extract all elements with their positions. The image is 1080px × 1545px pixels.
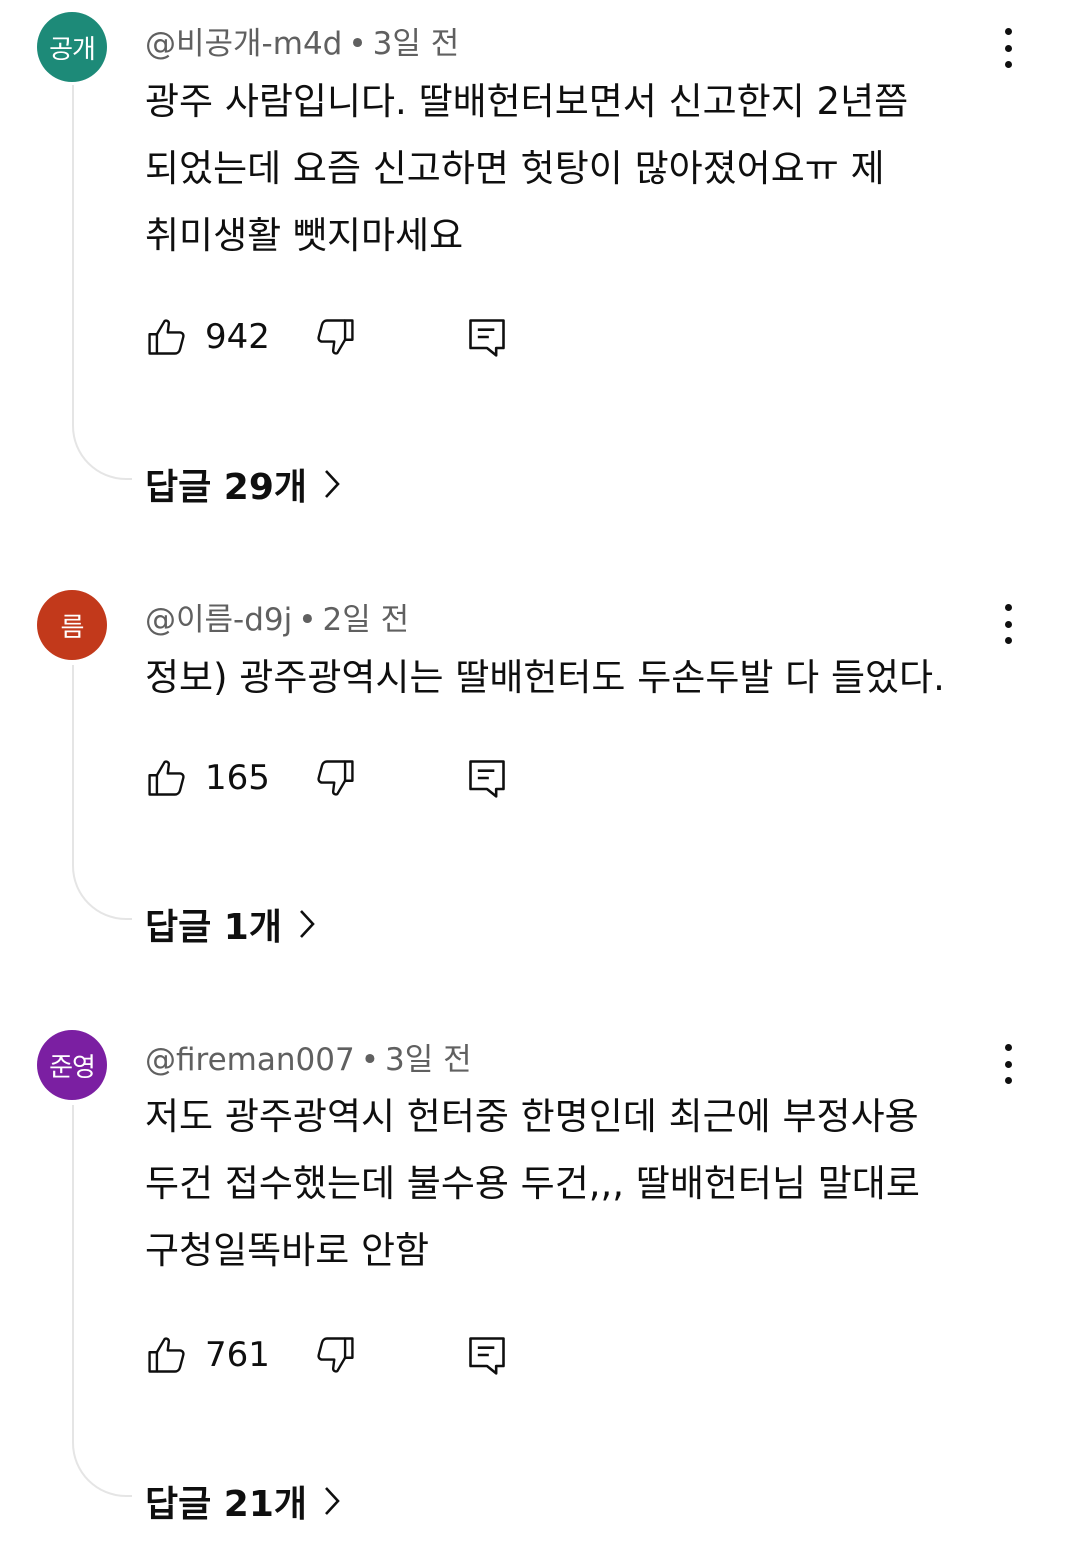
- thread-line: [72, 1105, 132, 1497]
- dislike-button[interactable]: [313, 312, 357, 362]
- view-replies-button[interactable]: 답글 29개: [145, 458, 343, 510]
- timestamp: 3일 전: [372, 26, 460, 62]
- comment-text: 저도 광주광역시 헌터중 한명인데 최근에 부정사용 두건 접수했는데 불수용 …: [145, 1095, 920, 1272]
- comment-actions: 942: [145, 312, 545, 362]
- thread-line: [72, 85, 132, 480]
- thumbs-down-icon: [317, 1337, 354, 1373]
- comment-meta: @이름-d9j • 2일 전: [145, 594, 409, 639]
- reply-icon: [469, 319, 505, 357]
- dislike-button[interactable]: [313, 1330, 357, 1380]
- replies-count-label: 답글 29개: [145, 467, 307, 508]
- comment-meta: @비공개-m4d • 3일 전: [145, 18, 459, 63]
- chevron-right-icon: [299, 910, 315, 938]
- like-count: 165: [205, 758, 270, 798]
- comment: 공개 @비공개-m4d • 3일 전 광주 사람입니다. 딸배헌터보면서 신고한지 …: [0, 0, 1080, 540]
- separator-dot: •: [298, 602, 317, 638]
- timestamp: 2일 전: [322, 602, 410, 638]
- thumbs-down-icon: [317, 319, 354, 355]
- comment: 준영 @fireman007 • 3일 전 저도 광주광역시 헌터중 한명인데 최근…: [0, 1020, 1080, 1540]
- reply-button[interactable]: [465, 753, 509, 803]
- like-count: 761: [205, 1335, 270, 1375]
- reply-button[interactable]: [465, 312, 509, 362]
- comment-text: 정보) 광주광역시는 딸배헌터도 두손두발 다 들었다.: [145, 656, 945, 699]
- avatar[interactable]: 름: [37, 590, 107, 660]
- replies-count-label: 답글 1개: [145, 907, 282, 948]
- thread-line: [72, 665, 132, 920]
- thumbs-down-icon: [317, 760, 354, 796]
- like-button[interactable]: 942: [145, 312, 270, 362]
- chevron-right-icon: [325, 1487, 340, 1515]
- view-replies-button[interactable]: 답글 21개: [145, 1475, 343, 1527]
- comment-actions: 165: [145, 753, 545, 803]
- reply-icon: [469, 1337, 505, 1375]
- reply-icon: [469, 760, 505, 798]
- replies-count-label: 답글 21개: [145, 1484, 307, 1525]
- avatar[interactable]: 준영: [37, 1030, 107, 1100]
- separator-dot: •: [360, 1042, 379, 1078]
- thumbs-up-icon: [148, 760, 185, 796]
- more-options-icon[interactable]: [990, 24, 1026, 72]
- view-replies-button[interactable]: 답글 1개: [145, 898, 318, 950]
- separator-dot: •: [348, 26, 367, 62]
- thumbs-up-icon: [148, 319, 185, 355]
- comment-actions: 761: [145, 1330, 545, 1380]
- reply-button[interactable]: [465, 1330, 509, 1380]
- avatar[interactable]: 공개: [37, 12, 107, 82]
- timestamp: 3일 전: [384, 1042, 472, 1078]
- thumbs-up-icon: [148, 1337, 185, 1373]
- author-name[interactable]: @fireman007: [145, 1042, 355, 1078]
- author-name[interactable]: @이름-d9j: [145, 602, 292, 638]
- like-button[interactable]: 165: [145, 753, 270, 803]
- comment: 름 @이름-d9j • 2일 전 정보) 광주광역시는 딸배헌터도 두손두발 다 들…: [0, 580, 1080, 980]
- comment-meta: @fireman007 • 3일 전: [145, 1034, 472, 1079]
- like-button[interactable]: 761: [145, 1330, 270, 1380]
- author-name[interactable]: @비공개-m4d: [145, 26, 342, 62]
- more-options-icon[interactable]: [990, 1040, 1026, 1088]
- dislike-button[interactable]: [313, 753, 357, 803]
- comment-text: 광주 사람입니다. 딸배헌터보면서 신고한지 2년쯤 되었는데 요즘 신고하면 …: [145, 80, 909, 257]
- chevron-right-icon: [325, 470, 340, 498]
- like-count: 942: [205, 317, 270, 357]
- more-options-icon[interactable]: [990, 600, 1026, 648]
